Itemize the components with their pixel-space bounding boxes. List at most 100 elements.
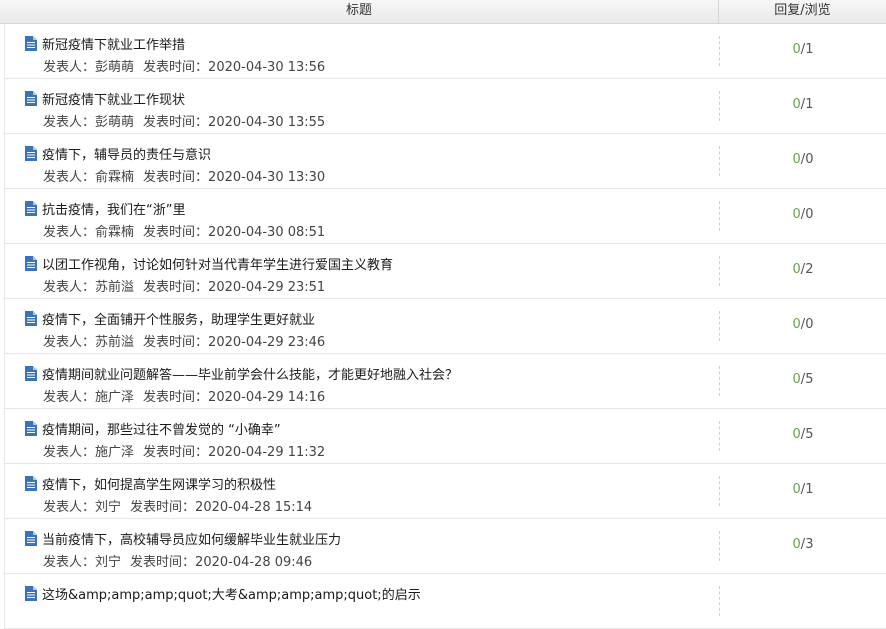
author-label: 发表人： (43, 225, 96, 240)
author-label: 发表人： (43, 280, 96, 295)
topic-title-link[interactable]: 以团工作视角，讨论如何针对当代青年学生进行爱国主义教育 (42, 254, 393, 273)
author-label: 发表人： (43, 555, 96, 570)
document-icon (25, 586, 37, 601)
author-name: 苏前溢 (95, 280, 135, 295)
time-label: 发表时间： (143, 390, 209, 405)
document-icon (25, 421, 37, 436)
reply-count: 0 (792, 97, 801, 112)
topic-meta: 发表人：施广泽 发表时间：2020-04-29 14:16 (43, 386, 325, 405)
post-time: 2020-04-30 13:30 (208, 170, 326, 185)
column-divider (719, 586, 720, 616)
document-icon (25, 311, 37, 326)
reply-view-count: 0/0 (720, 317, 886, 332)
table-row: 抗击疫情，我们在“浙”里 发表人：俞霖楠 发表时间：2020-04-30 08:5… (4, 189, 886, 244)
post-time: 2020-04-29 23:46 (208, 335, 326, 350)
topic-table: 标题 回复/浏览 新冠疫情下就业工作举措 发表人：彭萌萌 发表时间：2020-04… (0, 0, 886, 629)
topic-title-link[interactable]: 疫情期间，那些过往不曾发觉的 “小确幸” (42, 419, 281, 438)
author-label: 发表人： (43, 335, 96, 350)
table-row: 这场&amp;amp;amp;quot;大考&amp;amp;amp;quot;… (4, 574, 886, 629)
author-name: 彭萌萌 (95, 115, 135, 130)
topic-title-link[interactable]: 新冠疫情下就业工作举措 (42, 34, 185, 53)
author-name: 刘宁 (95, 555, 122, 570)
document-icon (25, 476, 37, 491)
table-row: 新冠疫情下就业工作现状 发表人：彭萌萌 发表时间：2020-04-30 13:55… (4, 79, 886, 134)
table-row: 以团工作视角，讨论如何针对当代青年学生进行爱国主义教育 发表人：苏前溢 发表时间：… (4, 244, 886, 299)
time-label: 发表时间： (143, 445, 209, 460)
view-count: 1 (805, 97, 814, 112)
time-label: 发表时间： (143, 335, 209, 350)
time-label: 发表时间： (130, 500, 196, 515)
reply-view-count: 0/0 (720, 207, 886, 222)
reply-view-count: 0/1 (720, 482, 886, 497)
post-time: 2020-04-29 23:51 (208, 280, 326, 295)
document-icon (25, 256, 37, 271)
time-label: 发表时间： (130, 555, 196, 570)
reply-view-count: 0/1 (720, 42, 886, 57)
document-icon (25, 201, 37, 216)
topic-title-link[interactable]: 疫情下，全面铺开个性服务，助理学生更好就业 (42, 309, 315, 328)
topic-title-link[interactable]: 疫情期间就业问题解答——毕业前学会什么技能，才能更好地融入社会？ (42, 364, 458, 383)
topic-title-link[interactable]: 这场&amp;amp;amp;quot;大考&amp;amp;amp;quot;… (42, 584, 421, 603)
table-row: 疫情下，全面铺开个性服务，助理学生更好就业 发表人：苏前溢 发表时间：2020-0… (4, 299, 886, 354)
author-name: 俞霖楠 (95, 170, 135, 185)
author-label: 发表人： (43, 500, 96, 515)
time-label: 发表时间： (143, 115, 209, 130)
reply-view-count: 0/2 (720, 262, 886, 277)
reply-count: 0 (792, 427, 801, 442)
post-time: 2020-04-29 14:16 (208, 390, 326, 405)
post-time: 2020-04-30 13:56 (208, 60, 326, 75)
author-name: 俞霖楠 (95, 225, 135, 240)
title-column-header: 标题 (0, 0, 719, 23)
view-count: 1 (805, 482, 814, 497)
time-label: 发表时间： (143, 170, 209, 185)
reply-count: 0 (792, 262, 801, 277)
topic-meta: 发表人：苏前溢 发表时间：2020-04-29 23:51 (43, 276, 325, 295)
topic-meta: 发表人：刘宁 发表时间：2020-04-28 09:46 (43, 551, 312, 570)
reply-view-count: 0/5 (720, 427, 886, 442)
document-icon (25, 91, 37, 106)
topic-title-link[interactable]: 抗击疫情，我们在“浙”里 (42, 199, 185, 218)
author-label: 发表人： (43, 390, 96, 405)
author-name: 施广泽 (95, 445, 135, 460)
stats-column-header: 回复/浏览 (774, 3, 831, 18)
view-count: 0 (805, 207, 814, 222)
document-icon (25, 366, 37, 381)
reply-count: 0 (792, 537, 801, 552)
post-time: 2020-04-30 13:55 (208, 115, 326, 130)
time-label: 发表时间： (143, 280, 209, 295)
topic-meta: 发表人：苏前溢 发表时间：2020-04-29 23:46 (43, 331, 325, 350)
author-label: 发表人： (43, 445, 96, 460)
document-icon (25, 531, 37, 546)
topic-title-link[interactable]: 新冠疫情下就业工作现状 (42, 89, 185, 108)
post-time: 2020-04-28 15:14 (195, 500, 313, 515)
reply-count: 0 (792, 317, 801, 332)
reply-count: 0 (792, 372, 801, 387)
topic-meta: 发表人：施广泽 发表时间：2020-04-29 11:32 (43, 441, 325, 460)
topic-meta: 发表人：俞霖楠 发表时间：2020-04-30 08:51 (43, 221, 325, 240)
time-label: 发表时间： (143, 60, 209, 75)
table-row: 疫情下，如何提高学生网课学习的积极性 发表人：刘宁 发表时间：2020-04-28… (4, 464, 886, 519)
reply-view-count: 0/3 (720, 537, 886, 552)
table-header: 标题 回复/浏览 (0, 0, 886, 24)
reply-count: 0 (792, 207, 801, 222)
author-name: 刘宁 (95, 500, 122, 515)
view-count: 0 (805, 317, 814, 332)
view-count: 0 (805, 152, 814, 167)
author-name: 施广泽 (95, 390, 135, 405)
reply-count: 0 (792, 42, 801, 57)
reply-count: 0 (792, 482, 801, 497)
table-row: 疫情下，辅导员的责任与意识 发表人：俞霖楠 发表时间：2020-04-30 13:… (4, 134, 886, 189)
topic-meta: 发表人：彭萌萌 发表时间：2020-04-30 13:56 (43, 56, 325, 75)
author-name: 苏前溢 (95, 335, 135, 350)
topic-title-link[interactable]: 疫情下，辅导员的责任与意识 (42, 144, 211, 163)
reply-count: 0 (792, 152, 801, 167)
topic-title-link[interactable]: 当前疫情下，高校辅导员应如何缓解毕业生就业压力 (42, 529, 341, 548)
author-label: 发表人： (43, 115, 96, 130)
topic-meta: 发表人：俞霖楠 发表时间：2020-04-30 13:30 (43, 166, 325, 185)
author-label: 发表人： (43, 170, 96, 185)
topic-title-link[interactable]: 疫情下，如何提高学生网课学习的积极性 (42, 474, 276, 493)
reply-view-count: 0/5 (720, 372, 886, 387)
table-row: 新冠疫情下就业工作举措 发表人：彭萌萌 发表时间：2020-04-30 13:56… (4, 24, 886, 79)
author-label: 发表人： (43, 60, 96, 75)
author-name: 彭萌萌 (95, 60, 135, 75)
